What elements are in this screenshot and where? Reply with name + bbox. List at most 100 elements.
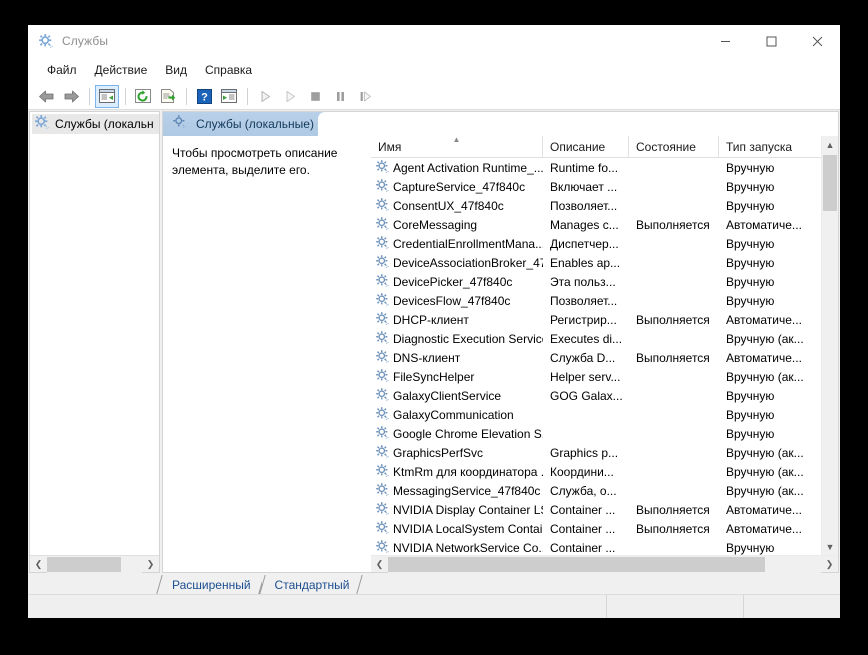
tab-extended[interactable]: Расширенный bbox=[159, 575, 262, 594]
column-name[interactable]: Имя ▲ bbox=[371, 136, 543, 157]
service-name-text: GalaxyCommunication bbox=[393, 407, 514, 422]
table-row[interactable]: NVIDIA NetworkService Co... Container ...… bbox=[371, 538, 821, 555]
help-button[interactable]: ? bbox=[192, 85, 216, 108]
cell-service-name: CredentialEnrollmentMana... bbox=[371, 235, 543, 253]
start-service-button[interactable] bbox=[253, 85, 277, 108]
service-gear-icon bbox=[375, 463, 393, 481]
service-name-text: CoreMessaging bbox=[393, 217, 478, 232]
list-vertical-scrollbar[interactable]: ▲ ▼ bbox=[821, 136, 838, 555]
tab-standard[interactable]: Стандартный bbox=[261, 575, 361, 594]
scroll-down-arrow-icon[interactable]: ▼ bbox=[822, 538, 838, 555]
cell-service-name: NVIDIA Display Container LS bbox=[371, 501, 543, 519]
service-gear-icon bbox=[375, 273, 393, 291]
scroll-left-arrow-icon[interactable]: ❮ bbox=[371, 556, 388, 573]
minimize-icon[interactable] bbox=[702, 25, 748, 57]
refresh-button[interactable] bbox=[131, 85, 155, 108]
table-row[interactable]: DevicePicker_47f840c Эта польз... Вручную bbox=[371, 272, 821, 291]
cell-description: Служба D... bbox=[550, 350, 616, 365]
service-gear-icon bbox=[375, 501, 393, 519]
service-name-text: DHCP-клиент bbox=[393, 312, 469, 327]
column-status[interactable]: Состояние bbox=[629, 136, 719, 157]
properties-button[interactable] bbox=[217, 85, 241, 108]
menu-file[interactable]: Файл bbox=[38, 60, 86, 80]
table-row[interactable]: CoreMessaging Manages c... Выполняется Авто… bbox=[371, 215, 821, 234]
tree-hscroll-thumb[interactable] bbox=[47, 556, 121, 572]
list-vscroll-thumb[interactable] bbox=[823, 155, 837, 211]
cell-description: Позволяет... bbox=[550, 198, 618, 213]
cell-description: Container ... bbox=[550, 540, 616, 555]
table-row[interactable]: GraphicsPerfSvc Graphics p... Вручную (ак.… bbox=[371, 443, 821, 462]
tree-horizontal-scrollbar[interactable]: ❮ ❯ bbox=[30, 555, 159, 573]
cell-service-name: CoreMessaging bbox=[371, 216, 543, 234]
service-name-text: GalaxyClientService bbox=[393, 388, 502, 403]
cell-startup-type: Автоматиче... bbox=[726, 502, 802, 517]
table-row[interactable]: GalaxyCommunication Вручную bbox=[371, 405, 821, 424]
table-row[interactable]: DHCP-клиент Регистрир... Выполняется Автома… bbox=[371, 310, 821, 329]
service-name-text: CaptureService_47f840c bbox=[393, 179, 526, 194]
close-icon[interactable] bbox=[794, 25, 840, 57]
table-row[interactable]: DeviceAssociationBroker_47... Enables ap.… bbox=[371, 253, 821, 272]
list-vscroll-track[interactable] bbox=[822, 153, 838, 538]
list-horizontal-scrollbar[interactable]: ❮ ❯ bbox=[371, 555, 838, 573]
menu-help[interactable]: Справка bbox=[196, 60, 261, 80]
cell-startup-type: Автоматиче... bbox=[726, 350, 802, 365]
cell-service-name: Diagnostic Execution Service bbox=[371, 330, 543, 348]
cell-status: Выполняется bbox=[636, 502, 710, 517]
cell-description: Helper serv... bbox=[550, 369, 621, 384]
resume-service-button[interactable] bbox=[353, 85, 377, 108]
show-hide-console-tree-button[interactable] bbox=[95, 84, 119, 108]
scroll-up-arrow-icon[interactable]: ▲ bbox=[822, 136, 838, 153]
column-description[interactable]: Описание bbox=[543, 136, 629, 157]
service-name-text: ConsentUX_47f840c bbox=[393, 198, 504, 213]
scroll-left-arrow-icon[interactable]: ❮ bbox=[30, 556, 47, 573]
table-row[interactable]: Google Chrome Elevation S... Вручную bbox=[371, 424, 821, 443]
table-row[interactable]: MessagingService_47f840c Служба, о... Вруч… bbox=[371, 481, 821, 500]
table-row[interactable]: CaptureService_47f840c Включает ... Вручну… bbox=[371, 177, 821, 196]
table-row[interactable]: KtmRm для координатора ... Координи... Вру… bbox=[371, 462, 821, 481]
table-row[interactable]: ConsentUX_47f840c Позволяет... Вручную bbox=[371, 196, 821, 215]
cell-startup-type: Вручную bbox=[726, 407, 775, 422]
service-name-text: Agent Activation Runtime_... bbox=[393, 160, 543, 175]
service-gear-icon bbox=[375, 178, 393, 196]
scroll-right-arrow-icon[interactable]: ❯ bbox=[142, 556, 159, 573]
menu-action[interactable]: Действие bbox=[86, 60, 157, 80]
column-startup-type[interactable]: Тип запуска bbox=[719, 136, 821, 157]
play-icon bbox=[259, 90, 272, 103]
cell-description: Container ... bbox=[550, 502, 616, 517]
list-hscroll-thumb[interactable] bbox=[388, 556, 765, 572]
forward-button[interactable] bbox=[59, 85, 83, 108]
back-button[interactable] bbox=[34, 85, 58, 108]
cell-description: Координи... bbox=[550, 464, 614, 479]
table-row[interactable]: FileSyncHelper Helper serv... Вручную (ак.… bbox=[371, 367, 821, 386]
table-row[interactable]: DevicesFlow_47f840c Позволяет... Вручную bbox=[371, 291, 821, 310]
service-gear-icon bbox=[375, 292, 393, 310]
service-name-text: NVIDIA NetworkService Co... bbox=[393, 540, 543, 555]
service-gear-icon bbox=[375, 159, 393, 177]
table-row[interactable]: CredentialEnrollmentMana... Диспетчер... В… bbox=[371, 234, 821, 253]
table-row[interactable]: DNS-клиент Служба D... Выполняется Автомати… bbox=[371, 348, 821, 367]
table-row[interactable]: Agent Activation Runtime_... Runtime fo..… bbox=[371, 158, 821, 177]
tree-hscroll-track[interactable] bbox=[47, 555, 142, 573]
table-row[interactable]: Diagnostic Execution Service Executes di.… bbox=[371, 329, 821, 348]
cell-startup-type: Вручную bbox=[726, 255, 775, 270]
list-header: Имя ▲ Описание Состояние Тип запуска bbox=[371, 136, 821, 158]
list-hscroll-track[interactable] bbox=[388, 555, 821, 573]
table-row[interactable]: NVIDIA LocalSystem Contai... Container ..… bbox=[371, 519, 821, 538]
cell-startup-type: Вручную bbox=[726, 160, 775, 175]
table-row[interactable]: NVIDIA Display Container LS Container ...… bbox=[371, 500, 821, 519]
pause-service-button[interactable] bbox=[328, 85, 352, 108]
status-bar-main bbox=[28, 595, 607, 618]
scroll-right-arrow-icon[interactable]: ❯ bbox=[821, 556, 838, 573]
table-row[interactable]: GalaxyClientService GOG Galax... Вручную bbox=[371, 386, 821, 405]
export-list-button[interactable] bbox=[156, 85, 180, 108]
tree-item-services-local[interactable]: Службы (локальн bbox=[32, 114, 159, 134]
service-gear-icon bbox=[375, 539, 393, 556]
window-controls bbox=[702, 25, 840, 57]
maximize-icon[interactable] bbox=[748, 25, 794, 57]
restart-service-button[interactable] bbox=[278, 85, 302, 108]
stop-service-button[interactable] bbox=[303, 85, 327, 108]
service-gear-icon bbox=[375, 197, 393, 215]
cell-startup-type: Вручную bbox=[726, 274, 775, 289]
menu-view[interactable]: Вид bbox=[156, 60, 196, 80]
console-tree-panel: Службы (локальн ❮ ❯ bbox=[29, 111, 160, 573]
